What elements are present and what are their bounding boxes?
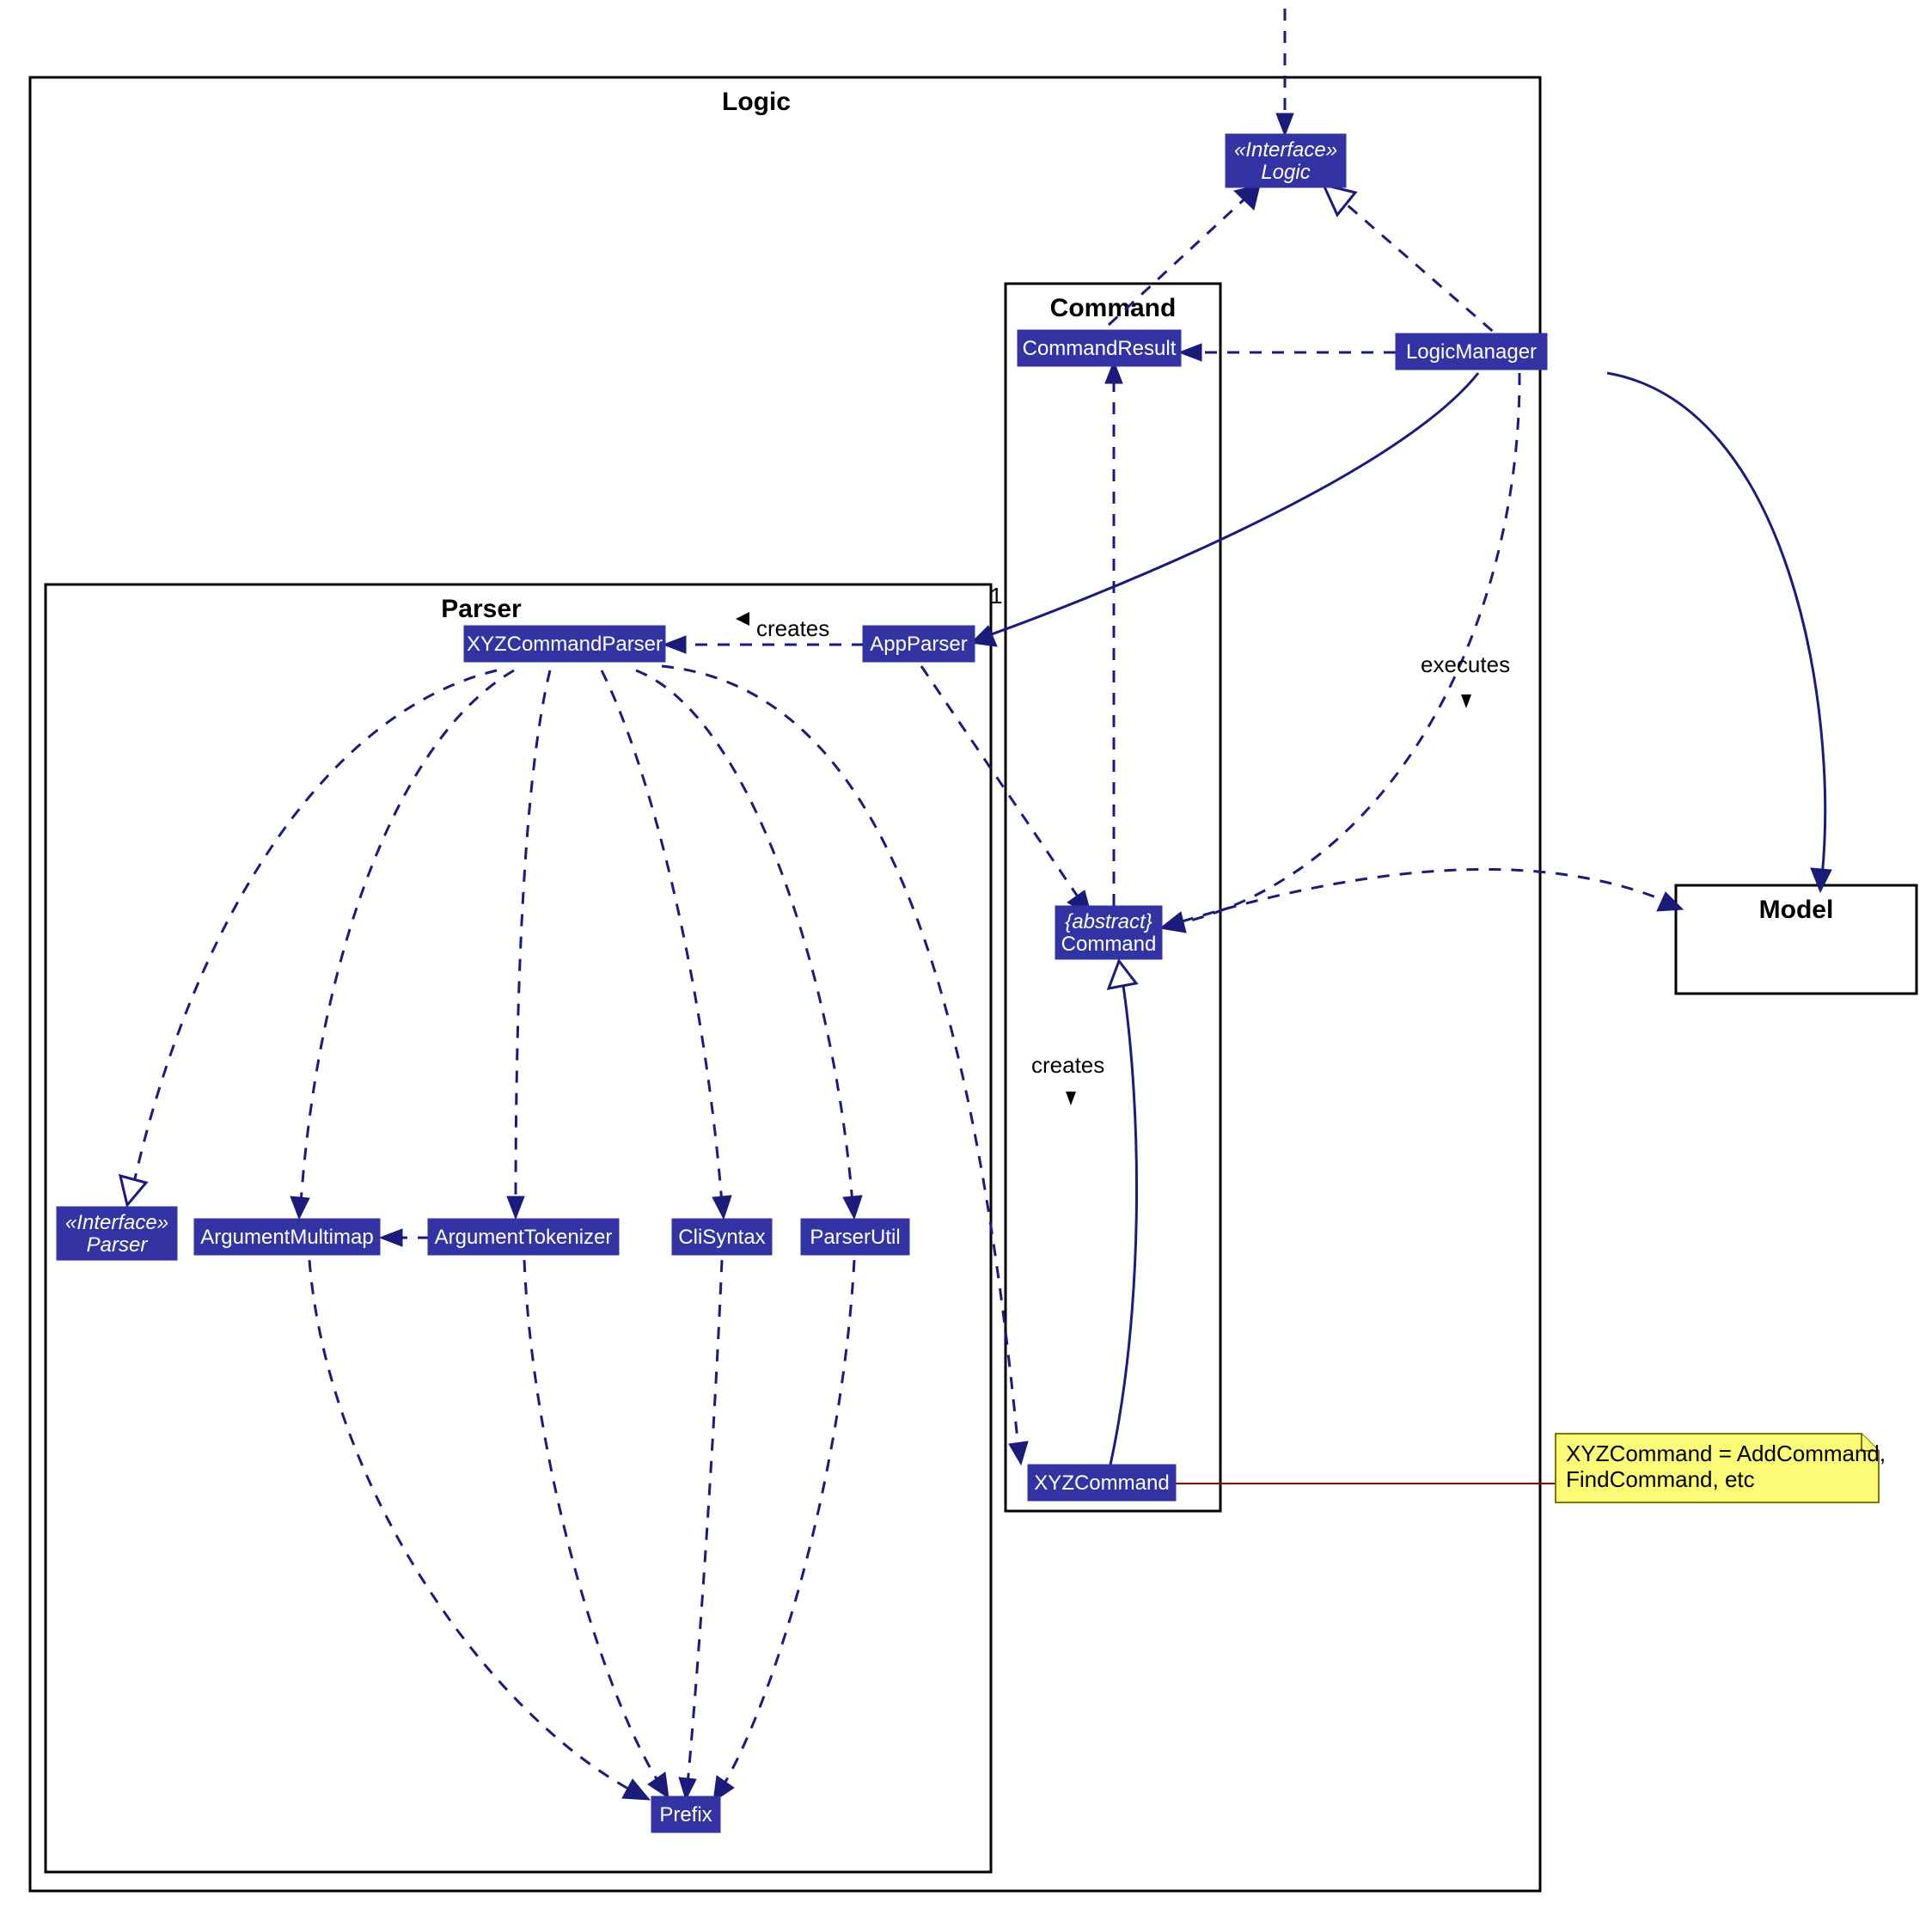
edge-logicmanager-to-model [1607,373,1825,877]
class-command-result: CommandResult [1018,330,1181,366]
class-cli-syntax: CliSyntax [672,1219,772,1255]
package-logic [30,77,1540,1891]
class-argument-tokenizer: ArgumentTokenizer [428,1219,619,1255]
edge-commandresult-to-logic [1109,195,1249,325]
svg-text:Prefix: Prefix [659,1803,712,1826]
class-logic-interface: «Interface» Logic [1226,134,1346,187]
svg-text:Parser: Parser [87,1233,149,1257]
arrowhead [1179,344,1201,361]
arrowhead [648,1772,669,1798]
package-command-label: Command [1050,294,1177,322]
svg-text:ParserUtil: ParserUtil [810,1226,900,1249]
direction-triangle [1461,694,1471,708]
svg-text:«Interface»: «Interface» [1234,138,1337,162]
arrowhead [1009,1441,1028,1465]
svg-text:ArgumentTokenizer: ArgumentTokenizer [435,1226,613,1249]
arrowhead-hollow [120,1176,146,1205]
svg-text:Logic: Logic [1261,161,1310,184]
edge-appparser-to-command [921,666,1083,904]
svg-text:LogicManager: LogicManager [1406,340,1537,364]
arrowhead-hollow [1324,185,1355,215]
label-executes: executes [1421,652,1510,677]
arrowhead [843,1196,862,1219]
direction-triangle [1066,1092,1076,1105]
arrowhead-hollow [1109,961,1136,988]
arrowhead [1657,892,1683,911]
edge-logicmanager-to-appparser [987,373,1478,636]
arrowhead [622,1779,650,1800]
class-prefix: Prefix [651,1796,720,1832]
edge-logicmanager-executes-command [1177,373,1519,924]
arrowhead [712,1196,731,1219]
svg-text:{abstract}: {abstract} [1065,910,1152,933]
class-argument-multimap: ArgumentMultimap [194,1219,380,1255]
edge-xyzcmdparser-to-argtokenizer [516,670,550,1203]
class-xyz-command-parser: XYZCommandParser [464,626,665,662]
arrowhead [1276,113,1293,136]
label-creates-command: creates [1031,1052,1104,1078]
edge-xyzcommand-ext-command [1110,980,1137,1465]
arrowhead [1234,185,1260,210]
arrowhead [1811,868,1831,892]
svg-text:CommandResult: CommandResult [1023,337,1177,360]
svg-text:XYZCommand: XYZCommand [1034,1471,1169,1495]
svg-text:XYZCommandParser: XYZCommandParser [467,633,663,656]
arrowhead [290,1196,309,1219]
edge-xyzcmdparser-to-argmultimap [301,670,514,1203]
class-xyz-command: XYZCommand [1028,1465,1176,1501]
edge-xyzcmdparser-realize-parser [133,670,497,1186]
class-app-parser: AppParser [863,626,975,662]
svg-text:ArgumentMultimap: ArgumentMultimap [200,1226,373,1249]
edge-clisyntax-to-prefix [688,1260,722,1784]
edge-argtokenizer-to-prefix [524,1260,660,1784]
class-parser-interface: «Interface» Parser [57,1207,177,1260]
uml-class-diagram: Logic Parser Command Model AppParser (so… [0,0,1932,1915]
edge-xyzcmdparser-to-clisyntax [602,670,722,1203]
svg-text:«Interface»: «Interface» [65,1211,168,1234]
class-command-abstract: {abstract} Command [1055,906,1162,959]
edge-logicmanager-realize-logic [1341,199,1509,346]
arrowhead [507,1196,524,1219]
note-xyzcommand: XYZCommand = AddCommand, FindCommand, et… [1556,1434,1886,1502]
multiplicity-appparser: 1 [990,583,1002,609]
svg-text:Command: Command [1061,933,1157,956]
package-parser-label: Parser [441,595,522,623]
label-creates-parser: creates [756,615,829,641]
arrowhead [663,636,686,653]
svg-text:CliSyntax: CliSyntax [678,1226,765,1249]
edge-argmultimap-to-prefix [309,1260,636,1793]
svg-text:AppParser: AppParser [870,633,967,656]
note-line1: XYZCommand = AddCommand, [1566,1441,1886,1466]
class-parser-util: ParserUtil [801,1219,909,1255]
edge-xyzcmdparser-to-parserutil [636,670,853,1203]
note-line2: FindCommand, etc [1566,1466,1755,1492]
edge-command-to-model [1160,869,1669,928]
package-logic-label: Logic [722,88,791,116]
class-logic-manager: LogicManager [1396,333,1547,370]
direction-triangle [736,612,749,626]
arrowhead [380,1229,402,1246]
edge-parserutil-to-prefix [722,1260,854,1788]
edge-xyzcmdparser-creates-xyzcmd [662,666,1018,1449]
package-model-label: Model [1759,896,1834,924]
